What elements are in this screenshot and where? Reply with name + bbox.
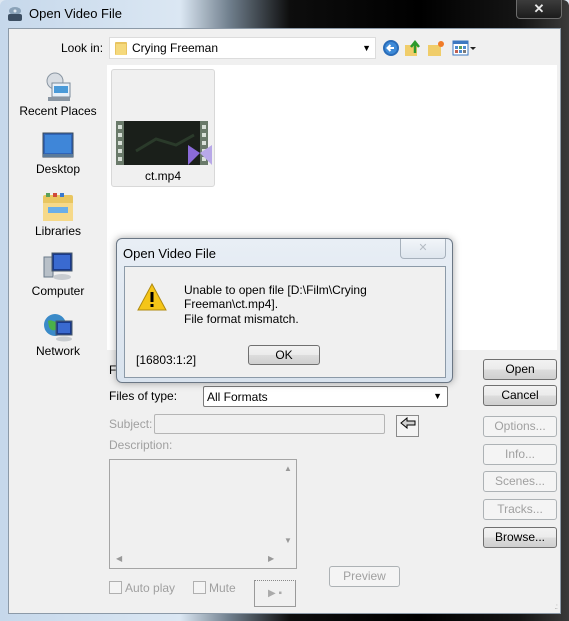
vertical-scrollbar[interactable]: ▲ ▼: [279, 460, 296, 552]
description-textarea[interactable]: ▲ ▼ ◀ ▶: [109, 459, 297, 569]
error-detail: File format mismatch.: [184, 312, 299, 326]
place-libraries[interactable]: Libraries: [14, 191, 102, 238]
look-in-combo[interactable]: Crying Freeman ▼: [109, 37, 376, 59]
ok-button[interactable]: OK: [248, 345, 320, 365]
scroll-left-icon[interactable]: ◀: [116, 554, 122, 563]
error-dialog-close-button[interactable]: ✕: [400, 239, 446, 259]
back-icon[interactable]: [382, 39, 400, 57]
error-code: [16803:1:2]: [136, 353, 197, 367]
place-label: Libraries: [34, 224, 82, 238]
chevron-down-icon: ▼: [433, 391, 442, 401]
place-recent-places[interactable]: Recent Places: [14, 71, 102, 118]
files-of-type-select[interactable]: All Formats ▼: [203, 386, 448, 407]
warning-icon: [137, 283, 167, 311]
subject-label: Subject:: [109, 417, 153, 431]
options-button[interactable]: Options...: [483, 416, 557, 437]
title-bar[interactable]: Open Video File ✕: [0, 0, 569, 28]
network-icon: [44, 314, 73, 342]
close-icon: ✕: [418, 242, 428, 254]
tracks-button[interactable]: Tracks...: [483, 499, 557, 520]
file-item[interactable]: ct.mp4: [111, 69, 215, 187]
scroll-down-icon[interactable]: ▼: [284, 536, 292, 545]
look-in-value: Crying Freeman: [132, 41, 219, 55]
files-of-type-label: Files of type:: [109, 389, 178, 403]
desktop-icon: [42, 132, 74, 158]
app-icon: [8, 7, 22, 21]
preview-button[interactable]: Preview: [329, 566, 400, 587]
browse-button[interactable]: Browse...: [483, 527, 557, 548]
mute-checkbox[interactable]: [193, 581, 206, 594]
place-desktop[interactable]: Desktop: [14, 131, 102, 176]
files-of-type-value: All Formats: [207, 390, 268, 404]
up-folder-icon[interactable]: [404, 39, 422, 57]
chevron-down-icon[interactable]: ▼: [362, 43, 371, 53]
insert-subject-button[interactable]: [396, 415, 419, 437]
scroll-right-icon[interactable]: ▶: [268, 554, 274, 563]
play-icon: ▶ ▪: [267, 588, 282, 599]
subject-input[interactable]: [154, 414, 385, 434]
scenes-button[interactable]: Scenes...: [483, 471, 557, 492]
info-button[interactable]: Info...: [483, 444, 557, 465]
place-network[interactable]: Network: [14, 311, 102, 358]
error-dialog-body: Unable to open file [D:\Film\Crying Free…: [124, 266, 446, 378]
computer-icon: [43, 252, 73, 280]
close-button[interactable]: ✕: [516, 0, 562, 19]
libraries-icon: [43, 193, 73, 221]
description-label: Description:: [109, 438, 173, 452]
place-label: Computer: [31, 284, 85, 298]
auto-play-checkbox[interactable]: [109, 581, 122, 594]
close-icon: ✕: [533, 1, 545, 16]
place-label: Desktop: [35, 162, 81, 176]
open-button[interactable]: Open: [483, 359, 557, 380]
place-label: Recent Places: [19, 104, 97, 118]
file-name: ct.mp4: [144, 169, 181, 183]
new-folder-icon[interactable]: [427, 39, 445, 57]
error-dialog-title: Open Video File: [123, 246, 216, 261]
place-label: Network: [35, 344, 80, 358]
play-button[interactable]: ▶ ▪: [254, 580, 296, 607]
window-title: Open Video File: [29, 6, 122, 21]
error-dialog: Open Video File ✕ Unable to open file [D…: [116, 238, 453, 383]
video-file-icon: [116, 121, 212, 165]
horizontal-scrollbar[interactable]: ◀ ▶: [110, 551, 280, 568]
view-menu-icon[interactable]: [452, 39, 478, 57]
place-computer[interactable]: Computer: [14, 251, 102, 298]
look-in-label: Look in:: [61, 41, 104, 55]
resize-grip[interactable]: .:: [555, 602, 559, 611]
arrow-left-icon: [399, 416, 415, 430]
error-message: Unable to open file [D:\Film\Crying Free…: [184, 283, 367, 311]
cancel-button[interactable]: Cancel: [483, 385, 557, 406]
scroll-up-icon[interactable]: ▲: [284, 464, 292, 473]
places-bar: Recent Places Desktop Libraries Computer…: [14, 65, 102, 365]
mute-label: Mute: [209, 581, 236, 595]
recent-places-icon: [46, 72, 71, 101]
auto-play-label: Auto play: [125, 581, 176, 595]
folder-icon: [115, 42, 127, 55]
